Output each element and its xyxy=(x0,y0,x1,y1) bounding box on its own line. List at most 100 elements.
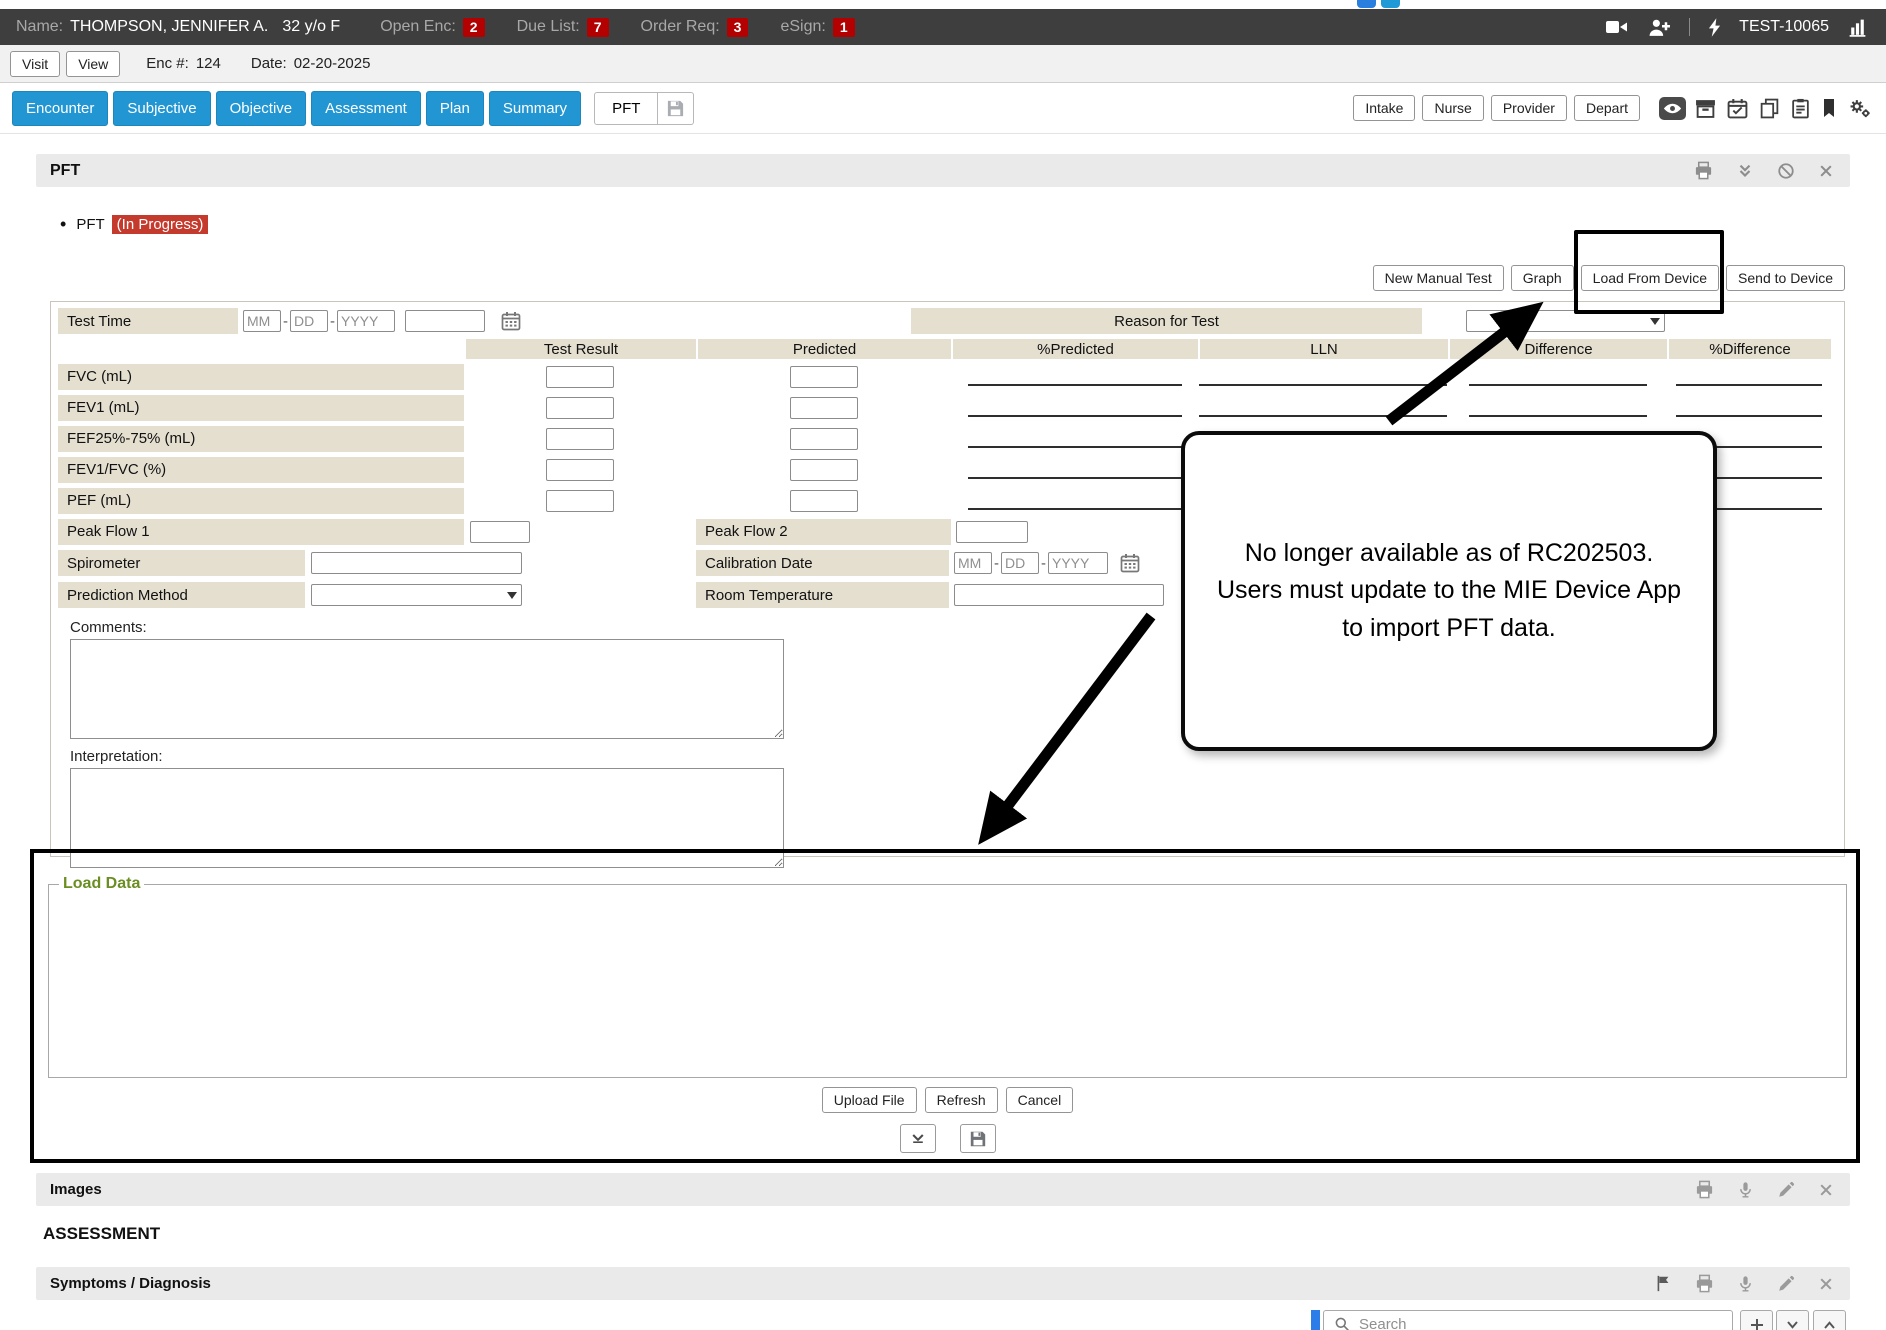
peak-flow-2-label: Peak Flow 2 xyxy=(696,519,951,545)
predicted-input[interactable] xyxy=(790,428,858,450)
test-time-day-input[interactable] xyxy=(290,310,328,332)
refresh-button[interactable]: Refresh xyxy=(925,1087,998,1113)
esign-badge[interactable]: 1 xyxy=(833,18,855,37)
visit-button[interactable]: Visit xyxy=(10,51,60,77)
stacked-pages-icon[interactable] xyxy=(1757,96,1782,121)
search-input[interactable] xyxy=(1359,1316,1724,1330)
peak-flow-2-input[interactable] xyxy=(956,521,1028,543)
collapse-button[interactable] xyxy=(1776,1310,1809,1330)
percent-predicted-line xyxy=(968,446,1182,448)
reason-for-test-select[interactable] xyxy=(1466,310,1665,332)
edit-pencil-icon[interactable] xyxy=(1775,1273,1797,1295)
new-manual-test-button[interactable]: New Manual Test xyxy=(1373,265,1504,291)
stage-nurse-button[interactable]: Nurse xyxy=(1422,95,1483,121)
column-header-test-result: Test Result xyxy=(466,339,696,359)
predicted-input[interactable] xyxy=(790,459,858,481)
cancel-button[interactable]: Cancel xyxy=(1006,1087,1074,1113)
test-result-input[interactable] xyxy=(546,459,614,481)
test-result-input[interactable] xyxy=(546,428,614,450)
edit-pencil-icon[interactable] xyxy=(1775,1179,1797,1201)
print-icon[interactable] xyxy=(1693,1178,1716,1201)
open-enc-badge[interactable]: 2 xyxy=(463,18,485,37)
open-enc-label: Open Enc: xyxy=(380,18,456,36)
order-req-badge[interactable]: 3 xyxy=(727,18,749,37)
tab-assessment[interactable]: Assessment xyxy=(311,91,421,126)
add-button[interactable] xyxy=(1740,1310,1773,1330)
load-from-device-button[interactable]: Load From Device xyxy=(1581,265,1719,291)
esign-counter[interactable]: eSign: 1 xyxy=(780,18,854,37)
load-data-annotation-rectangle: Load Data Upload File Refresh Cancel xyxy=(30,849,1860,1163)
upload-file-button[interactable]: Upload File xyxy=(822,1087,917,1113)
spirometer-input[interactable] xyxy=(311,552,522,574)
stage-intake-button[interactable]: Intake xyxy=(1353,95,1415,121)
test-result-input[interactable] xyxy=(546,490,614,512)
archive-box-icon[interactable] xyxy=(1693,97,1718,120)
calibration-day-input[interactable] xyxy=(1001,552,1039,574)
close-icon[interactable] xyxy=(1816,161,1836,181)
due-list-counter[interactable]: Due List: 7 xyxy=(517,18,609,37)
annotation-callout-text: No longer available as of RC202503. User… xyxy=(1215,535,1683,648)
calendar-picker-icon[interactable] xyxy=(499,309,523,333)
user-plus-icon[interactable] xyxy=(1646,16,1673,39)
open-enc-counter[interactable]: Open Enc: 2 xyxy=(380,18,484,37)
order-req-counter[interactable]: Order Req: 3 xyxy=(641,18,749,37)
tab-encounter[interactable]: Encounter xyxy=(12,91,108,126)
tab-summary[interactable]: Summary xyxy=(489,91,581,126)
test-result-input[interactable] xyxy=(546,366,614,388)
eye-icon[interactable] xyxy=(1659,97,1686,120)
test-time-year-input[interactable] xyxy=(337,310,395,332)
patient-name-label: Name: xyxy=(16,18,63,36)
microphone-icon[interactable] xyxy=(1735,1178,1756,1202)
disable-ban-icon[interactable] xyxy=(1775,160,1797,182)
bar-chart-icon[interactable] xyxy=(1845,16,1870,39)
calendar-icon[interactable] xyxy=(1725,96,1750,121)
room-temperature-input[interactable] xyxy=(954,584,1164,606)
close-icon[interactable] xyxy=(1816,1274,1836,1294)
send-to-device-button[interactable]: Send to Device xyxy=(1726,265,1845,291)
calendar-picker-icon[interactable] xyxy=(1118,551,1142,575)
tab-subjective[interactable]: Subjective xyxy=(113,91,210,126)
test-time-month-input[interactable] xyxy=(243,310,281,332)
prediction-method-select[interactable] xyxy=(311,584,522,606)
test-time-label: Test Time xyxy=(58,308,238,334)
search-box[interactable] xyxy=(1323,1310,1733,1330)
bookmark-icon[interactable] xyxy=(1819,96,1839,120)
print-icon[interactable] xyxy=(1693,1272,1716,1295)
view-button[interactable]: View xyxy=(66,51,120,77)
save-disk-icon xyxy=(666,99,685,118)
calibration-year-input[interactable] xyxy=(1048,552,1108,574)
clipped-top-strip xyxy=(0,0,1886,9)
close-icon[interactable] xyxy=(1816,1180,1836,1200)
peak-flow-1-input[interactable] xyxy=(470,521,530,543)
tab-objective[interactable]: Objective xyxy=(216,91,307,126)
test-time-time-input[interactable] xyxy=(405,310,485,332)
due-list-badge[interactable]: 7 xyxy=(587,18,609,37)
test-result-input[interactable] xyxy=(546,397,614,419)
microphone-icon[interactable] xyxy=(1735,1272,1756,1296)
flag-icon[interactable] xyxy=(1652,1272,1674,1295)
percent-difference-line xyxy=(1676,415,1822,417)
predicted-input[interactable] xyxy=(790,490,858,512)
lightning-bolt-icon[interactable] xyxy=(1706,16,1723,39)
save-section-button[interactable] xyxy=(960,1124,996,1153)
clipboard-copy-icon[interactable] xyxy=(1789,96,1812,121)
stage-depart-button[interactable]: Depart xyxy=(1574,95,1640,121)
graph-button[interactable]: Graph xyxy=(1511,265,1574,291)
tab-plan[interactable]: Plan xyxy=(426,91,484,126)
settings-gears-icon[interactable] xyxy=(1846,96,1874,121)
tab-pft-active[interactable]: PFT xyxy=(594,92,658,125)
date-separator: - xyxy=(330,313,335,330)
calibration-month-input[interactable] xyxy=(954,552,992,574)
comments-textarea[interactable] xyxy=(70,639,784,739)
stage-provider-button[interactable]: Provider xyxy=(1491,95,1567,121)
collapse-double-chevron-icon[interactable] xyxy=(1734,160,1756,182)
pft-item-label[interactable]: PFT xyxy=(76,216,104,233)
predicted-input[interactable] xyxy=(790,397,858,419)
expand-button[interactable] xyxy=(1813,1310,1846,1330)
clipped-toolbar-icon xyxy=(1381,0,1400,8)
collapse-section-button[interactable] xyxy=(900,1124,936,1153)
predicted-input[interactable] xyxy=(790,366,858,388)
video-camera-icon[interactable] xyxy=(1603,17,1630,37)
save-tab-icon-button[interactable] xyxy=(658,92,694,125)
print-icon[interactable] xyxy=(1692,159,1715,182)
